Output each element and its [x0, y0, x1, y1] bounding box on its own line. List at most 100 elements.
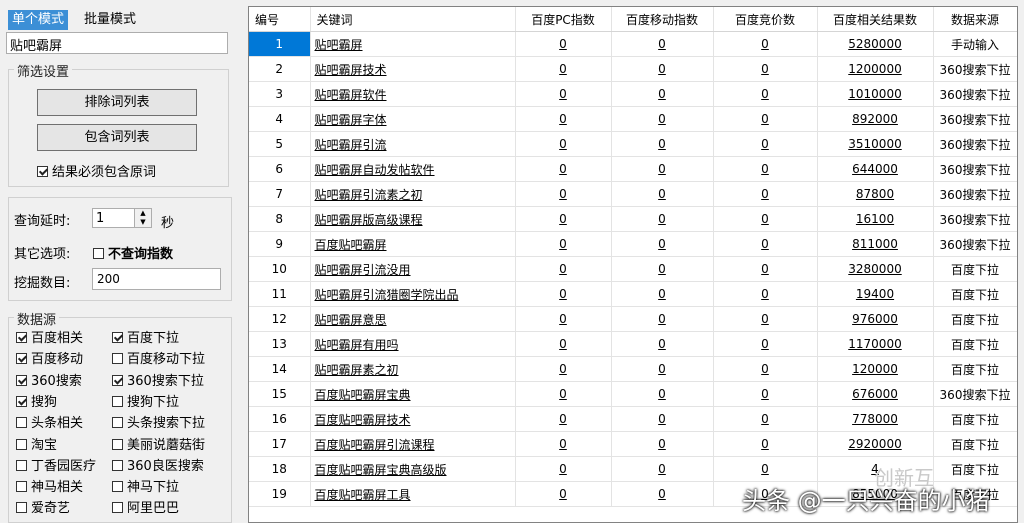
cell-keyword[interactable]: 百度贴吧霸屏工具: [310, 481, 516, 507]
cell-keyword[interactable]: 贴吧霸屏引流没用: [310, 256, 516, 282]
cell-bid-count[interactable]: 0: [713, 331, 818, 357]
cell-keyword[interactable]: 百度贴吧霸屏宝典: [310, 381, 516, 407]
header-bid-count[interactable]: 百度竞价数: [713, 7, 818, 32]
cell-pc-index[interactable]: 0: [515, 81, 612, 107]
cell-bid-count[interactable]: 0: [713, 356, 818, 382]
cell-mobile-index[interactable]: 0: [611, 306, 714, 332]
table-row[interactable]: 5 贴吧霸屏引流 0 0 0 3510000 360搜索下拉: [249, 131, 1017, 157]
cell-pc-index[interactable]: 0: [515, 31, 612, 57]
source-checkbox[interactable]: 美丽说蘑菇街: [112, 434, 205, 453]
cell-pc-index[interactable]: 0: [515, 456, 612, 482]
cell-keyword[interactable]: 贴吧霸屏技术: [310, 56, 516, 82]
cell-result-count[interactable]: 16100: [817, 206, 934, 232]
cell-pc-index[interactable]: 0: [515, 156, 612, 182]
source-checkbox[interactable]: 百度下拉: [112, 327, 179, 346]
cell-pc-index[interactable]: 0: [515, 481, 612, 507]
cell-result-count[interactable]: 5280000: [817, 31, 934, 57]
cell-mobile-index[interactable]: 0: [611, 181, 714, 207]
cell-result-count[interactable]: 811000: [817, 231, 934, 257]
table-row[interactable]: 11 贴吧霸屏引流猎圈学院出品 0 0 0 19400 百度下拉: [249, 281, 1017, 307]
cell-bid-count[interactable]: 0: [713, 256, 818, 282]
table-row[interactable]: 2 贴吧霸屏技术 0 0 0 1200000 360搜索下拉: [249, 56, 1017, 82]
cell-bid-count[interactable]: 0: [713, 181, 818, 207]
cell-mobile-index[interactable]: 0: [611, 331, 714, 357]
source-checkbox[interactable]: 百度移动下拉: [112, 348, 205, 367]
cell-result-count[interactable]: 3280000: [817, 256, 934, 282]
cell-keyword[interactable]: 贴吧霸屏软件: [310, 81, 516, 107]
header-mobile-index[interactable]: 百度移动指数: [611, 7, 714, 32]
cell-keyword[interactable]: 贴吧霸屏意思: [310, 306, 516, 332]
cell-mobile-index[interactable]: 0: [611, 456, 714, 482]
must-contain-checkbox[interactable]: 结果必须包含原词: [37, 161, 156, 180]
table-row[interactable]: 7 贴吧霸屏引流素之初 0 0 0 87800 360搜索下拉: [249, 181, 1017, 207]
cell-mobile-index[interactable]: 0: [611, 106, 714, 132]
no-index-checkbox[interactable]: 不查询指数: [93, 243, 173, 262]
cell-result-count[interactable]: 1200000: [817, 56, 934, 82]
source-checkbox[interactable]: 淘宝: [16, 434, 57, 453]
source-checkbox[interactable]: 神马下拉: [112, 476, 179, 495]
source-checkbox[interactable]: 神马相关: [16, 476, 83, 495]
cell-bid-count[interactable]: 0: [713, 206, 818, 232]
cell-bid-count[interactable]: 0: [713, 131, 818, 157]
cell-keyword[interactable]: 贴吧霸屏引流素之初: [310, 181, 516, 207]
cell-result-count[interactable]: 1010000: [817, 81, 934, 107]
cell-keyword[interactable]: 贴吧霸屏有用吗: [310, 331, 516, 357]
keyword-input[interactable]: 贴吧霸屏: [6, 32, 228, 54]
cell-pc-index[interactable]: 0: [515, 381, 612, 407]
table-row[interactable]: 16 百度贴吧霸屏技术 0 0 0 778000 百度下拉: [249, 406, 1017, 432]
source-checkbox[interactable]: 头条相关: [16, 412, 83, 431]
cell-keyword[interactable]: 百度贴吧霸屏宝典高级版: [310, 456, 516, 482]
source-checkbox[interactable]: 丁香园医疗: [16, 455, 96, 474]
table-row[interactable]: 12 贴吧霸屏意思 0 0 0 976000 百度下拉: [249, 306, 1017, 332]
table-row[interactable]: 4 贴吧霸屏字体 0 0 0 892000 360搜索下拉: [249, 106, 1017, 132]
cell-keyword[interactable]: 贴吧霸屏引流猎圈学院出品: [310, 281, 516, 307]
cell-result-count[interactable]: 2920000: [817, 431, 934, 457]
spinner-arrows-icon[interactable]: ▲ ▼: [134, 209, 151, 227]
cell-pc-index[interactable]: 0: [515, 281, 612, 307]
table-row[interactable]: 8 贴吧霸屏版高级课程 0 0 0 16100 360搜索下拉: [249, 206, 1017, 232]
cell-pc-index[interactable]: 0: [515, 331, 612, 357]
cell-pc-index[interactable]: 0: [515, 56, 612, 82]
cell-pc-index[interactable]: 0: [515, 231, 612, 257]
delay-stepper[interactable]: 1 ▲ ▼: [92, 208, 152, 228]
cell-mobile-index[interactable]: 0: [611, 56, 714, 82]
cell-mobile-index[interactable]: 0: [611, 31, 714, 57]
cell-result-count[interactable]: 87800: [817, 181, 934, 207]
cell-mobile-index[interactable]: 0: [611, 281, 714, 307]
cell-mobile-index[interactable]: 0: [611, 356, 714, 382]
cell-mobile-index[interactable]: 0: [611, 256, 714, 282]
cell-mobile-index[interactable]: 0: [611, 481, 714, 507]
table-row[interactable]: 9 百度贴吧霸屏 0 0 0 811000 360搜索下拉: [249, 231, 1017, 257]
header-source[interactable]: 数据来源: [933, 7, 1017, 32]
cell-bid-count[interactable]: 0: [713, 231, 818, 257]
table-row[interactable]: 10 贴吧霸屏引流没用 0 0 0 3280000 百度下拉: [249, 256, 1017, 282]
cell-result-count[interactable]: 892000: [817, 106, 934, 132]
table-row[interactable]: 3 贴吧霸屏软件 0 0 0 1010000 360搜索下拉: [249, 81, 1017, 107]
cell-mobile-index[interactable]: 0: [611, 206, 714, 232]
mine-count-input[interactable]: 200: [92, 268, 221, 290]
cell-result-count[interactable]: 778000: [817, 406, 934, 432]
cell-mobile-index[interactable]: 0: [611, 156, 714, 182]
cell-mobile-index[interactable]: 0: [611, 406, 714, 432]
cell-pc-index[interactable]: 0: [515, 406, 612, 432]
table-row[interactable]: 1 贴吧霸屏 0 0 0 5280000 手动输入: [249, 31, 1017, 57]
cell-pc-index[interactable]: 0: [515, 131, 612, 157]
cell-mobile-index[interactable]: 0: [611, 131, 714, 157]
results-table[interactable]: 编号 关键词 百度PC指数 百度移动指数 百度竞价数 百度相关结果数 数据来源 …: [248, 6, 1018, 523]
cell-pc-index[interactable]: 0: [515, 206, 612, 232]
cell-keyword[interactable]: 贴吧霸屏引流: [310, 131, 516, 157]
source-checkbox[interactable]: 360良医搜索: [112, 455, 204, 474]
header-result-count[interactable]: 百度相关结果数: [817, 7, 934, 32]
source-checkbox[interactable]: 百度移动: [16, 348, 83, 367]
source-checkbox[interactable]: 爱奇艺: [16, 497, 70, 516]
cell-bid-count[interactable]: 0: [713, 456, 818, 482]
cell-keyword[interactable]: 贴吧霸屏版高级课程: [310, 206, 516, 232]
cell-pc-index[interactable]: 0: [515, 106, 612, 132]
cell-result-count[interactable]: 976000: [817, 306, 934, 332]
cell-keyword[interactable]: 百度贴吧霸屏技术: [310, 406, 516, 432]
cell-bid-count[interactable]: 0: [713, 406, 818, 432]
cell-result-count[interactable]: 120000: [817, 356, 934, 382]
cell-bid-count[interactable]: 0: [713, 306, 818, 332]
cell-mobile-index[interactable]: 0: [611, 231, 714, 257]
exclude-list-button[interactable]: 排除词列表: [37, 89, 197, 116]
